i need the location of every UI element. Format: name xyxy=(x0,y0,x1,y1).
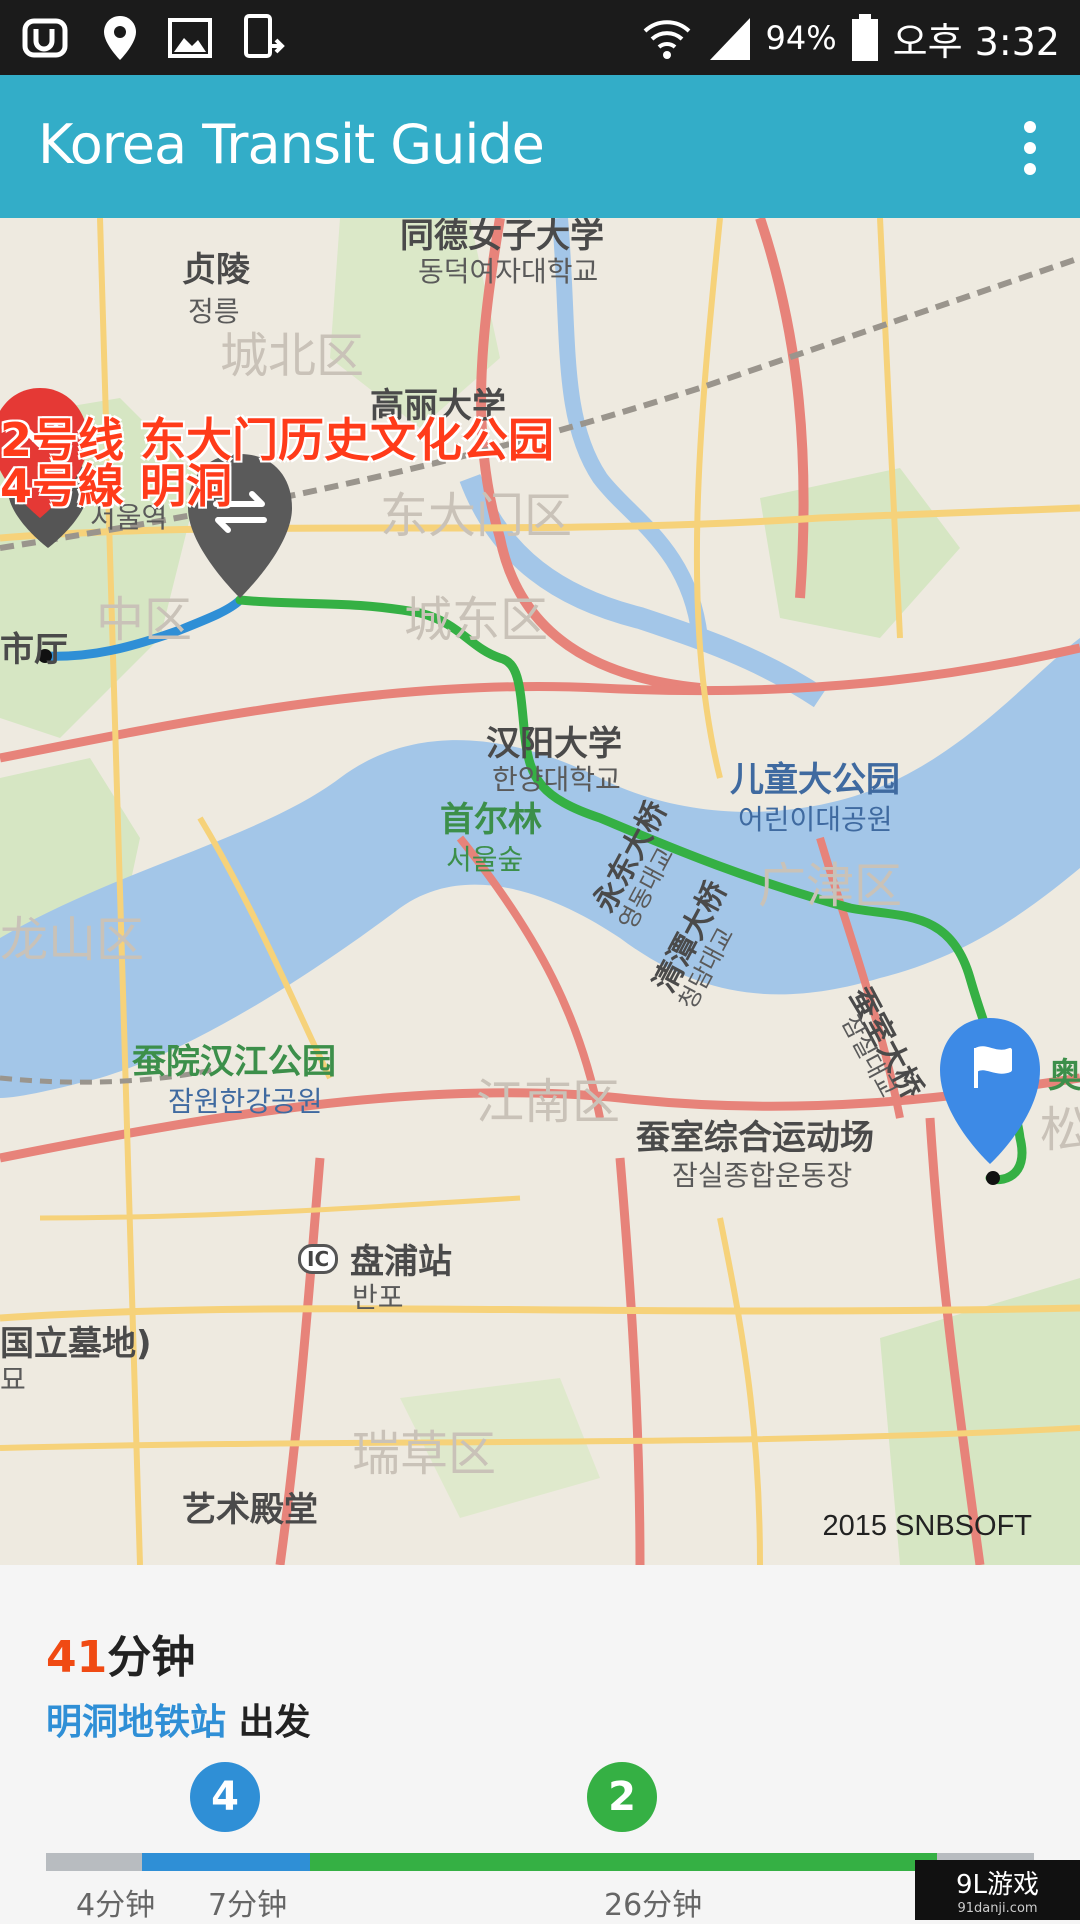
timeline-line4-segment xyxy=(142,1853,310,1871)
departure-station: 明洞地铁站 xyxy=(46,1702,227,1743)
route-map[interactable]: 贞陵 정릉 同德女子大学 동덕여자대학교 城北区 高丽大学 东大门区 서울역 中… xyxy=(0,218,1080,1565)
battery-percent: 94% xyxy=(765,19,837,57)
map-label-yongsan: 龙山区 xyxy=(0,912,145,968)
map-label-banpo-kr: 반포 xyxy=(352,1281,404,1314)
departure-info: 明洞地铁站 出发 xyxy=(46,1693,311,1745)
map-label-jamwon-kr: 잠원한강공원 xyxy=(168,1085,323,1118)
app-icon xyxy=(22,18,68,57)
map-label-songpa: 松坡 xyxy=(1040,1102,1080,1158)
map-label-jamsil-stadium-kr: 잠실종합운동장 xyxy=(672,1159,853,1192)
map-label-jamsil-stadium: 蚕室综合运动场 xyxy=(636,1118,874,1158)
wifi-icon xyxy=(643,20,690,59)
watermark-logo: 9L游戏 91danji.com xyxy=(915,1860,1080,1920)
map-label-childrens-park-kr: 어린이대공원 xyxy=(738,803,893,836)
map-label-gwangjin: 广津区 xyxy=(758,858,903,914)
status-left-icons xyxy=(22,10,286,65)
location-icon xyxy=(104,15,136,60)
map-label-dongduk-kr: 동덕여자대학교 xyxy=(418,255,599,288)
map-label-seocho: 瑞草区 xyxy=(352,1426,497,1482)
watermark-sub: 91danji.com xyxy=(957,1901,1038,1916)
status-bar: 94% 오후 3:32 xyxy=(0,0,1080,75)
app-title: Korea Transit Guide xyxy=(38,113,545,176)
map-label-seoul-forest: 首尔林 xyxy=(440,800,542,840)
map-label-zhenling: 贞陵 xyxy=(182,250,250,290)
timeline-walk-segment xyxy=(46,1853,142,1871)
subway-line-2-badge: 2 xyxy=(587,1762,657,1832)
map-label-seongbuk: 城北区 xyxy=(220,328,365,384)
map-label-olympic: 奥 xyxy=(1048,1056,1080,1096)
subway-line-4-badge: 4 xyxy=(190,1762,260,1832)
map-label-childrens-park: 儿童大公园 xyxy=(730,760,900,800)
duration-number: 41 xyxy=(46,1632,108,1683)
route-timeline xyxy=(46,1853,1034,1871)
map-label-cemetery-kr: 묘 xyxy=(0,1363,26,1396)
map-ic-badge: IC xyxy=(298,1244,339,1274)
map-label-dongdaemun: 东大门区 xyxy=(380,488,573,544)
transfer-info-line2: 4号線 明洞 xyxy=(0,459,233,513)
battery-icon xyxy=(851,14,878,61)
timeline-label-line4: 7分钟 xyxy=(208,1888,288,1923)
timeline-label-line2: 26分钟 xyxy=(604,1888,703,1923)
departure-suffix: 出发 xyxy=(226,1702,311,1743)
timeline-line2-segment xyxy=(310,1853,937,1871)
total-duration: 41分钟 xyxy=(46,1621,195,1685)
overflow-menu-icon[interactable] xyxy=(1018,121,1042,175)
map-label-seongdong: 城东区 xyxy=(404,592,549,648)
map-copyright: 2015 SNBSOFT xyxy=(822,1510,1032,1542)
map-label-arts-center: 艺术殿堂 xyxy=(182,1490,318,1530)
watermark-main: 9L游戏 xyxy=(955,1870,1040,1900)
status-time: 오후 3:32 xyxy=(892,19,1060,64)
duration-unit: 分钟 xyxy=(107,1632,196,1683)
signal-icon xyxy=(709,18,750,60)
timeline-label-walk: 4分钟 xyxy=(76,1888,156,1923)
map-label-start-station: 市厅 xyxy=(0,630,68,670)
app-bar: Korea Transit Guide xyxy=(0,75,1080,218)
gallery-icon xyxy=(168,17,212,58)
map-label-seoul-forest-kr: 서울숲 xyxy=(446,843,524,876)
phone-transfer-icon xyxy=(244,13,285,58)
status-right: 94% 오후 3:32 xyxy=(642,8,1060,68)
map-label-jamwon: 蚕院汉江公园 xyxy=(132,1042,336,1082)
map-label-jung-gu: 中区 xyxy=(96,592,193,648)
map-label-gangnam: 江南区 xyxy=(476,1074,621,1130)
